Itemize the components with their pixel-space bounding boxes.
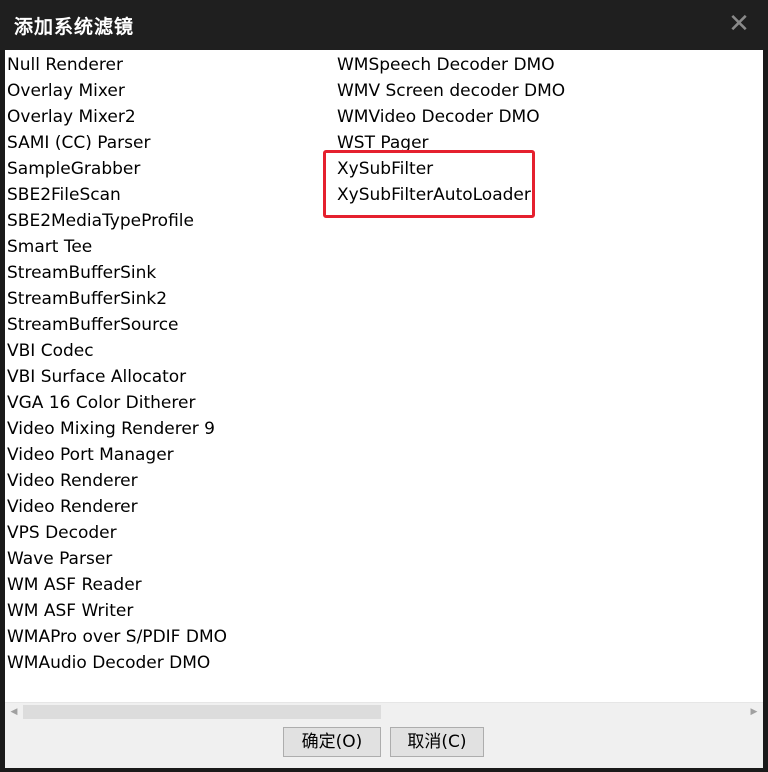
- filter-list-item[interactable]: Smart Tee: [7, 234, 227, 260]
- filter-list-item[interactable]: Overlay Mixer2: [7, 104, 227, 130]
- highlight-annotation-box: [323, 150, 535, 218]
- add-system-filter-dialog: 添加系统滤镜 ✕ Null Renderer Overlay Mixer Overl…: [0, 0, 768, 772]
- filter-list[interactable]: Null Renderer Overlay Mixer Overlay Mixer2…: [5, 50, 763, 720]
- filter-list-item[interactable]: WMAPro over S/PDIF DMO: [7, 624, 227, 650]
- dialog-client-area: Null Renderer Overlay Mixer Overlay Mixer2…: [5, 50, 763, 768]
- filter-list-item[interactable]: StreamBufferSink: [7, 260, 227, 286]
- filter-list-column-1: Null Renderer Overlay Mixer Overlay Mixer2…: [7, 52, 227, 676]
- filter-list-item[interactable]: StreamBufferSource: [7, 312, 227, 338]
- filter-list-item[interactable]: VBI Surface Allocator: [7, 364, 227, 390]
- filter-list-item[interactable]: WMAudio Decoder DMO: [7, 650, 227, 676]
- dialog-footer: 确定(O) 取消(C): [5, 720, 763, 768]
- filter-list-item[interactable]: WMVideo Decoder DMO: [337, 104, 565, 130]
- filter-list-item[interactable]: Overlay Mixer: [7, 78, 227, 104]
- filter-list-item[interactable]: WM ASF Reader: [7, 572, 227, 598]
- scrollbar-thumb[interactable]: [23, 705, 381, 719]
- filter-list-item[interactable]: VBI Codec: [7, 338, 227, 364]
- filter-list-item[interactable]: Null Renderer: [7, 52, 227, 78]
- cancel-button[interactable]: 取消(C): [390, 727, 484, 757]
- horizontal-scrollbar[interactable]: ◀ ▶: [5, 702, 763, 720]
- filter-list-item[interactable]: SBE2MediaTypeProfile: [7, 208, 227, 234]
- scroll-right-arrow-icon[interactable]: ▶: [745, 703, 763, 720]
- filter-list-item[interactable]: Wave Parser: [7, 546, 227, 572]
- filter-list-item[interactable]: SBE2FileScan: [7, 182, 227, 208]
- filter-list-item[interactable]: Video Mixing Renderer 9: [7, 416, 227, 442]
- filter-list-item[interactable]: VPS Decoder: [7, 520, 227, 546]
- filter-list-item[interactable]: SampleGrabber: [7, 156, 227, 182]
- close-icon[interactable]: ✕: [724, 8, 754, 40]
- filter-list-item[interactable]: WMSpeech Decoder DMO: [337, 52, 565, 78]
- filter-list-item[interactable]: Video Port Manager: [7, 442, 227, 468]
- filter-list-item[interactable]: VGA 16 Color Ditherer: [7, 390, 227, 416]
- filter-list-item[interactable]: StreamBufferSink2: [7, 286, 227, 312]
- filter-list-item[interactable]: Video Renderer: [7, 468, 227, 494]
- filter-list-item[interactable]: SAMI (CC) Parser: [7, 130, 227, 156]
- filter-list-item[interactable]: WMV Screen decoder DMO: [337, 78, 565, 104]
- dialog-title: 添加系统滤镜: [14, 16, 135, 38]
- ok-button[interactable]: 确定(O): [283, 727, 381, 757]
- filter-list-item[interactable]: Video Renderer: [7, 494, 227, 520]
- scroll-left-arrow-icon[interactable]: ◀: [5, 703, 23, 720]
- title-bar: 添加系统滤镜 ✕: [0, 0, 768, 50]
- filter-list-item[interactable]: WM ASF Writer: [7, 598, 227, 624]
